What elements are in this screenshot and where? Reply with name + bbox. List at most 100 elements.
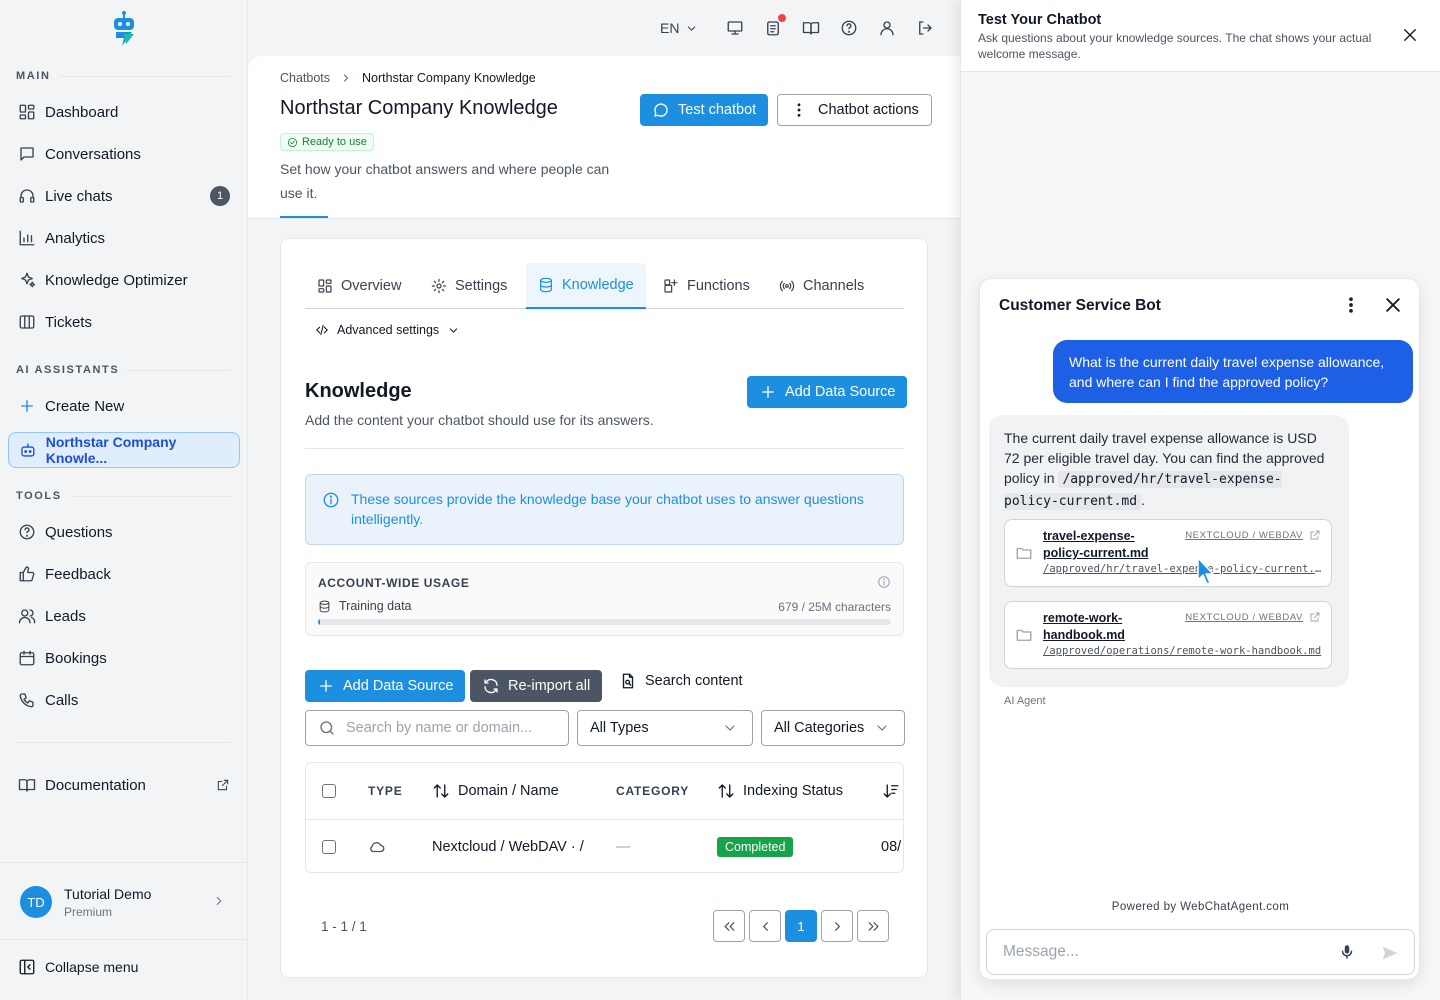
divider: [306, 819, 903, 820]
sidebar-item-documentation[interactable]: Documentation: [8, 767, 240, 803]
panel-header: Test Your Chatbot Ask questions about yo…: [961, 0, 1440, 72]
column-header-status[interactable]: Indexing Status: [717, 763, 843, 819]
sidebar-item-dashboard[interactable]: Dashboard: [8, 94, 240, 130]
add-data-source-button[interactable]: Add Data Source: [747, 376, 908, 408]
logout-icon[interactable]: [916, 19, 934, 37]
domain-cell: Nextcloud / WebDAV · /: [432, 838, 584, 855]
sidebar-item-conversations[interactable]: Conversations: [8, 136, 240, 172]
sidebar-item-create-new[interactable]: Create New: [8, 388, 240, 424]
bot-message: The current daily travel expense allowan…: [989, 415, 1349, 687]
question-icon: [19, 524, 35, 540]
sidebar-item-tickets[interactable]: Tickets: [8, 304, 240, 340]
sidebar-item-live-chats[interactable]: Live chats 1: [8, 178, 240, 214]
collapse-menu-button[interactable]: Collapse menu: [18, 958, 138, 976]
test-chatbot-button[interactable]: Test chatbot: [640, 94, 769, 126]
source-card[interactable]: travel-expense-policy-current.md NEXTCLO…: [1004, 519, 1332, 587]
sidebar-item-northstar-company-knowledge[interactable]: Northstar Company Knowle...: [8, 432, 240, 468]
kebab-menu-icon[interactable]: [1341, 295, 1361, 315]
source-path[interactable]: /approved/operations/remote-work-handboo…: [1043, 645, 1323, 657]
sidebar-item-analytics[interactable]: Analytics: [8, 220, 240, 256]
sidebar-item-feedback[interactable]: Feedback: [8, 556, 240, 592]
first-page-button[interactable]: [713, 910, 745, 942]
live-chats-count-badge: 1: [210, 186, 230, 206]
knowledge-card: Overview Settings Knowledge Functions Ch…: [280, 238, 928, 978]
calendar-icon: [19, 650, 35, 666]
external-link-icon[interactable]: [1309, 529, 1321, 541]
next-page-button[interactable]: [821, 910, 853, 942]
send-icon[interactable]: [1380, 943, 1400, 963]
tab-bar: Overview Settings Knowledge Functions Ch…: [305, 263, 904, 309]
breadcrumb-chatbots[interactable]: Chatbots: [280, 71, 330, 85]
source-card[interactable]: remote-work-handbook.md NEXTCLOUD / WEBD…: [1004, 601, 1332, 669]
advanced-settings-toggle[interactable]: Advanced settings: [315, 323, 460, 337]
row-checkbox[interactable]: [322, 840, 336, 854]
bot-message-text-end: .: [1141, 492, 1145, 508]
tab-knowledge[interactable]: Knowledge: [526, 263, 646, 309]
close-icon[interactable]: [1401, 26, 1419, 44]
column-header-domain-label: Domain / Name: [458, 783, 559, 799]
plus-icon: [320, 680, 332, 692]
breadcrumb-current: Northstar Company Knowledge: [362, 71, 536, 85]
external-link-icon: [217, 779, 229, 791]
chatbot-actions-button[interactable]: Chatbot actions: [777, 94, 932, 126]
phone-icon: [19, 693, 34, 708]
usage-panel: ACCOUNT-WIDE USAGE Training data 679 / 2…: [305, 562, 904, 636]
sidebar-item-questions[interactable]: Questions: [8, 514, 240, 550]
mouse-cursor-icon: [1197, 557, 1214, 585]
kebab-menu-icon: [797, 103, 801, 117]
microphone-icon[interactable]: [1338, 943, 1356, 961]
folder-icon: [1016, 629, 1032, 641]
message-input[interactable]: Message...: [986, 929, 1415, 975]
sidebar-item-calls[interactable]: Calls: [8, 682, 240, 718]
chevron-down-icon: [877, 725, 887, 731]
sidebar-item-leads[interactable]: Leads: [8, 598, 240, 634]
section-label-tools: TOOLS: [16, 490, 62, 502]
close-icon[interactable]: [1383, 295, 1403, 315]
source-name[interactable]: travel-expense-policy-current.md: [1043, 528, 1163, 562]
user-icon[interactable]: [878, 19, 896, 37]
tab-functions[interactable]: Functions: [651, 263, 762, 309]
reimport-all-button[interactable]: Re-import all: [470, 670, 603, 702]
user-profile-menu[interactable]: TD Tutorial Demo Premium: [0, 862, 248, 940]
add-data-source-button-secondary[interactable]: Add Data Source: [305, 670, 466, 702]
chat-bubble-icon: [654, 103, 668, 117]
language-label: EN: [660, 20, 680, 36]
bot-logo-icon[interactable]: [110, 10, 138, 48]
section-label-main: MAIN: [16, 70, 51, 82]
status-badge: Ready to use: [280, 133, 374, 151]
tab-channels[interactable]: Channels: [767, 263, 876, 309]
book-open-icon[interactable]: [802, 19, 820, 37]
source-name[interactable]: remote-work-handbook.md: [1043, 610, 1163, 644]
search-placeholder: Search by name or domain...: [346, 720, 533, 736]
status-cell: Completed: [717, 819, 794, 872]
type-filter-select[interactable]: All Types: [577, 710, 753, 746]
language-selector[interactable]: EN: [660, 20, 698, 36]
bot-message-text: The current daily travel expense allowan…: [1004, 428, 1334, 512]
select-all-checkbox[interactable]: [322, 784, 336, 798]
external-link-icon[interactable]: [1309, 611, 1321, 623]
sidebar-item-knowledge-optimizer[interactable]: Knowledge Optimizer: [8, 262, 240, 298]
last-page-button[interactable]: [857, 910, 889, 942]
column-header-date[interactable]: [882, 763, 900, 819]
column-header-domain[interactable]: Domain / Name: [432, 763, 559, 819]
data-sources-table: TYPE Domain / Name CATEGORY Indexing Sta…: [305, 762, 904, 873]
section-description: Add the content your chatbot should use …: [305, 412, 654, 428]
notifications-button[interactable]: [764, 14, 787, 37]
source-path[interactable]: /approved/hr/travel-expense-policy-curre…: [1043, 563, 1323, 575]
category-filter-select[interactable]: All Categories: [761, 710, 905, 746]
info-icon[interactable]: [877, 575, 891, 589]
search-input[interactable]: Search by name or domain...: [305, 710, 569, 746]
search-content-button[interactable]: Search content: [619, 672, 743, 690]
page-button-current[interactable]: 1: [785, 910, 817, 942]
database-icon: [319, 600, 330, 612]
test-chatbot-label: Test chatbot: [678, 102, 757, 118]
add-data-source-label: Add Data Source: [785, 384, 896, 400]
sidebar-item-label: Tickets: [45, 313, 92, 331]
sidebar-item-bookings[interactable]: Bookings: [8, 640, 240, 676]
previous-page-button[interactable]: [749, 910, 781, 942]
tab-settings[interactable]: Settings: [419, 263, 519, 309]
help-icon[interactable]: [840, 19, 858, 37]
monitor-icon[interactable]: [726, 19, 744, 37]
tab-overview[interactable]: Overview: [305, 263, 413, 309]
divider: [60, 76, 231, 77]
